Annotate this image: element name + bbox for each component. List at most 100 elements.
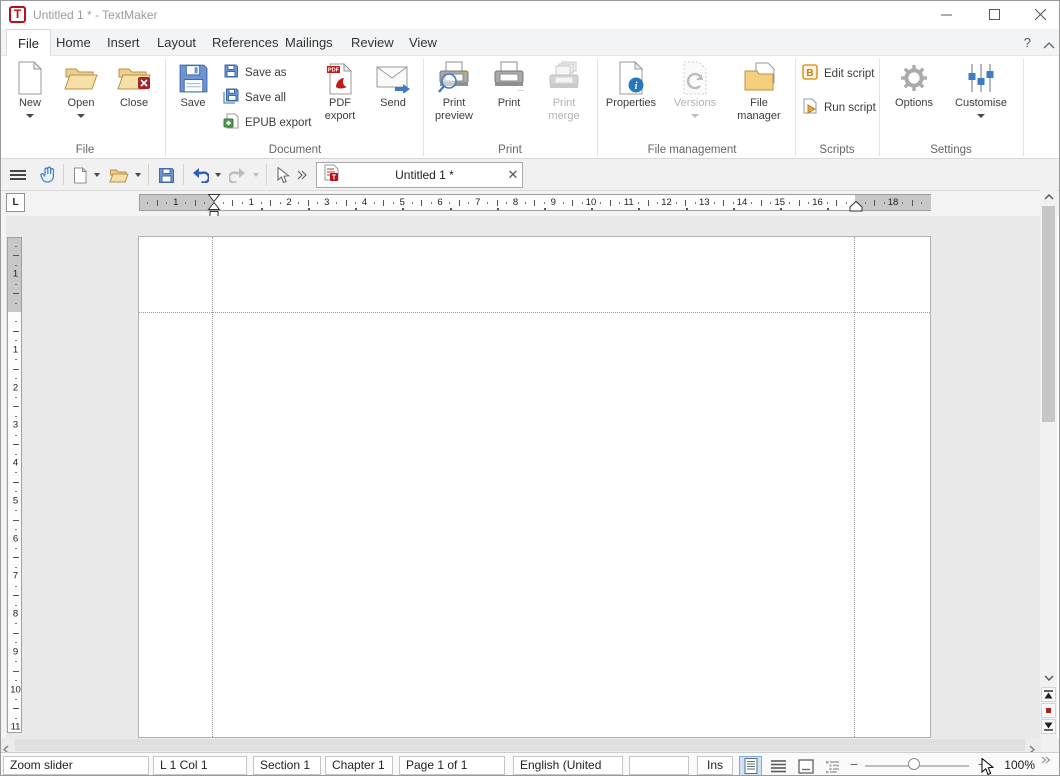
touch-mode-button[interactable] [37,164,59,186]
qt-save-button[interactable] [154,164,178,186]
vruler-tick [15,246,17,247]
svg-text:T: T [331,175,336,181]
tab-home[interactable]: Home [45,29,102,56]
horizontal-scrollbar[interactable] [1,738,1041,752]
open-folder-icon [109,167,129,183]
close-icon [1035,9,1046,20]
view-mode-object-button[interactable] [794,756,817,776]
status-insert-mode-cell[interactable]: Ins [697,756,733,775]
zoom-slider-thumb[interactable] [908,758,920,770]
customise-button[interactable]: Customise [949,59,1013,118]
close-window-button[interactable] [1023,5,1057,25]
save-label: Save [180,97,205,110]
vertical-scroll-thumb[interactable] [1042,206,1055,422]
document-page[interactable] [138,236,931,738]
save-as-button[interactable]: Save as [223,63,287,82]
scroll-down-button[interactable] [1040,670,1057,685]
save-all-icon [223,88,239,107]
print-merge-label: Print merge [539,97,589,123]
qt-new-button[interactable] [69,164,91,186]
mouse-cursor [981,758,995,776]
status-section-cell[interactable]: Section 1 [253,756,321,775]
vruler-tick [15,586,17,587]
tab-layout[interactable]: Layout [146,29,207,56]
tab-type-selector-button[interactable]: L [6,193,25,212]
zoom-level[interactable]: 100% [997,758,1035,772]
print-button[interactable]: ... Print [487,59,531,110]
hruler-tick [195,200,196,206]
run-script-icon [802,98,818,117]
chevron-down-icon [94,173,100,177]
document-tab-close-button[interactable]: ✕ [504,167,522,183]
previous-page-button[interactable] [1041,687,1056,702]
default-tab-stop [827,208,829,211]
undo-dropdown[interactable] [212,164,224,186]
tab-insert[interactable]: Insert [96,29,151,56]
save-icon [177,59,210,97]
help-button[interactable]: ? [1024,35,1031,50]
scroll-up-button[interactable] [1040,189,1057,204]
print-preview-button[interactable]: Print preview [428,59,480,123]
status-empty-cell[interactable] [629,756,689,775]
tab-view[interactable]: View [398,29,448,56]
view-mode-page-button[interactable] [739,756,762,776]
hamburger-menu-button[interactable] [7,164,29,186]
status-page-cell[interactable]: Page 1 of 1 [399,756,505,775]
tab-mailings[interactable]: Mailings [274,29,344,56]
epub-export-icon [223,113,239,132]
status-position-cell[interactable]: L 1 Col 1 [153,756,247,775]
edit-script-button[interactable]: B Edit script [802,64,875,83]
default-tab-stop [402,208,404,211]
save-all-button[interactable]: Save all [223,88,286,107]
horizontal-ruler[interactable]: 11234567891011121314151618 [139,194,931,211]
options-button[interactable]: Options [887,59,941,110]
vertical-ruler[interactable]: 11234567891011 [7,237,22,733]
view-mode-draft-button[interactable] [767,756,790,776]
next-page-button[interactable] [1041,719,1056,734]
select-pointer-button[interactable] [272,164,294,186]
hruler-tick [308,200,309,206]
default-tab-stop [591,208,593,211]
close-button[interactable]: Close [111,59,157,110]
horizontal-scroll-thumb[interactable] [15,739,1025,751]
maximize-button[interactable] [977,5,1011,25]
qt-open-button[interactable] [107,164,131,186]
save-button[interactable]: Save [171,59,215,110]
right-indent-marker[interactable] [849,201,863,212]
status-more-button[interactable] [1041,755,1051,768]
vruler-number: 9 [8,646,23,657]
properties-button[interactable]: i Properties [602,59,660,110]
undo-button[interactable] [189,164,211,186]
status-chapter-cell[interactable]: Chapter 1 [325,756,393,775]
browse-object-button[interactable] [1041,703,1056,718]
minimize-button[interactable] [929,5,963,25]
pdf-export-button[interactable]: PDF PDF export [315,59,365,123]
qt-open-dropdown[interactable] [132,164,144,186]
new-button[interactable]: New [9,59,51,118]
hruler-number: 2 [286,197,291,208]
vruler-number: 4 [8,458,23,469]
save-all-label: Save all [245,92,286,104]
open-button[interactable]: Open [59,59,103,118]
hruler-tick [393,202,394,204]
send-button[interactable]: Send [371,59,415,110]
zoom-out-button[interactable]: − [847,756,861,772]
vertical-scrollbar[interactable] [1040,189,1057,738]
group-label-file: File [25,144,145,156]
tab-review[interactable]: Review [340,29,405,56]
file-manager-button[interactable]: File manager [728,59,790,123]
epub-export-button[interactable]: EPUB export [223,113,311,132]
collapse-ribbon-button[interactable] [1043,37,1055,55]
document-tab-icon: T [317,164,345,186]
run-script-button[interactable]: Run script [802,98,876,117]
view-mode-outline-button[interactable] [821,756,844,776]
status-language-cell[interactable]: English (United [513,756,623,775]
svg-text:B: B [806,68,813,79]
toolbar-more-button[interactable] [294,164,310,186]
qt-new-dropdown[interactable] [91,164,103,186]
hruler-tick [902,202,903,204]
hruler-tick [761,200,762,206]
top-margin-guide [139,312,930,313]
document-tab[interactable]: T Untitled 1 * ✕ [316,162,523,188]
vruler-tick [13,331,19,332]
